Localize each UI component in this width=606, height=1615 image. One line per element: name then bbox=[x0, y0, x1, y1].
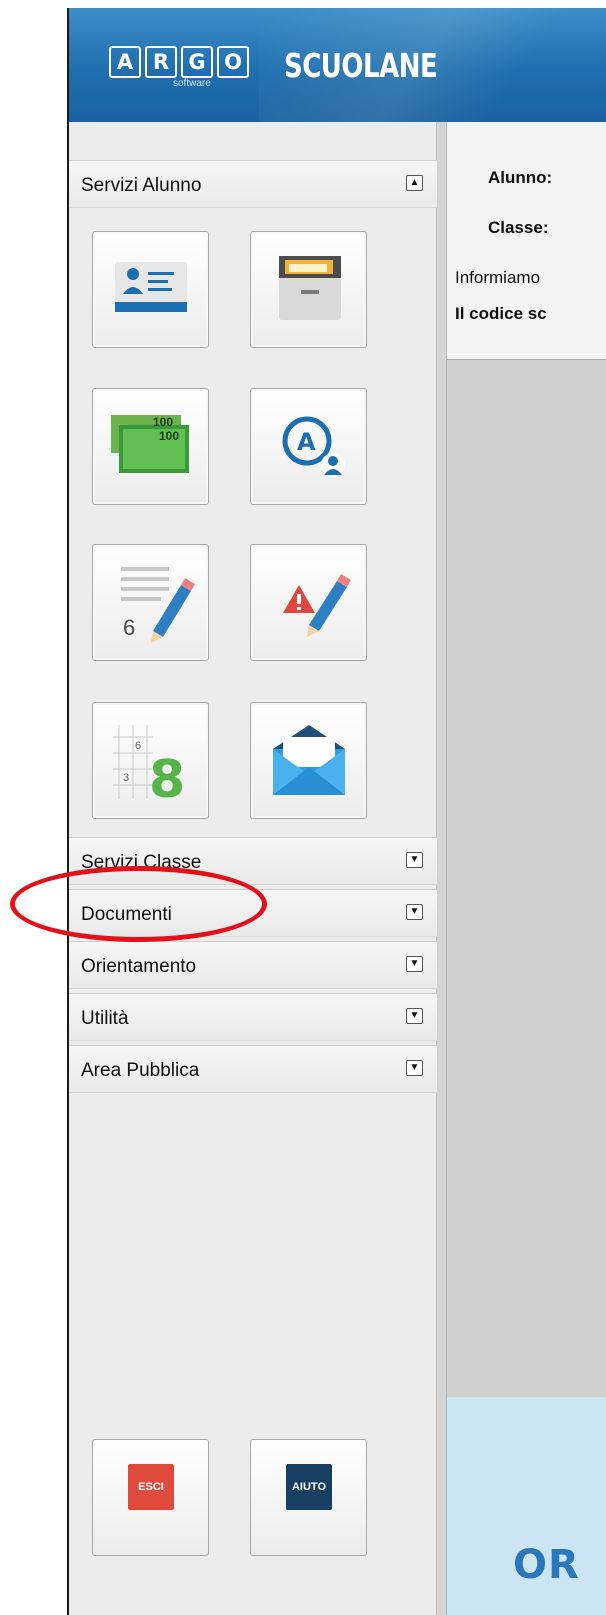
expand-icon[interactable]: ▼ bbox=[406, 904, 423, 920]
banknote-value: 100 bbox=[159, 429, 179, 443]
envelope-icon bbox=[273, 725, 345, 795]
logo-letter: O bbox=[217, 46, 249, 78]
sidebar: Servizi Alunno ▲ 100 100 A 6 6 3 8 Servi… bbox=[69, 122, 437, 1615]
section-documenti[interactable]: Documenti ▼ bbox=[69, 889, 437, 937]
section-servizi-classe[interactable]: Servizi Classe ▼ bbox=[69, 837, 437, 885]
logo-letter: G bbox=[181, 46, 213, 78]
section-label: Area Pubblica bbox=[81, 1060, 200, 1081]
logo-letter: A bbox=[109, 46, 141, 78]
grid-digit: 6 bbox=[135, 740, 141, 752]
account-icon: A bbox=[282, 416, 345, 477]
id-card-icon bbox=[115, 262, 187, 312]
app-brand-title: SCUOLANE bbox=[284, 48, 438, 86]
argo-logo: A R G O bbox=[109, 46, 249, 78]
expand-icon[interactable]: ▼ bbox=[406, 956, 423, 972]
expand-icon[interactable]: ▼ bbox=[406, 1060, 423, 1076]
code-text: Il codice sc bbox=[455, 304, 547, 323]
collapse-icon[interactable]: ▲ bbox=[406, 175, 423, 191]
grade-notebook-icon: 6 bbox=[121, 567, 195, 643]
account-letter: A bbox=[297, 428, 316, 456]
grid-big-digit: 8 bbox=[149, 750, 185, 810]
section-orientamento[interactable]: Orientamento ▼ bbox=[69, 941, 437, 989]
logo-letter: R bbox=[145, 46, 177, 78]
student-info-panel: Alunno: Classe: Informiamo Il codice sc bbox=[447, 122, 606, 360]
tile-tasse[interactable]: 100 100 bbox=[92, 388, 209, 505]
tile-voti-scrutinio[interactable]: 6 3 8 bbox=[92, 702, 209, 819]
section-label: Documenti bbox=[81, 904, 172, 925]
tile-anagrafe[interactable] bbox=[92, 231, 209, 348]
tile-note-disciplinari[interactable] bbox=[250, 544, 367, 661]
help-label: AIUTO bbox=[286, 1464, 332, 1510]
warning-pencil-icon bbox=[283, 574, 351, 637]
exit-button[interactable]: ESCI bbox=[92, 1439, 209, 1556]
grid-digit: 3 bbox=[123, 772, 129, 784]
info-text: Informiamo bbox=[455, 268, 541, 287]
logo-subtitle: software bbox=[173, 78, 211, 89]
section-area-pubblica[interactable]: Area Pubblica ▼ bbox=[69, 1045, 437, 1093]
app-header: A R G O software SCUOLANE bbox=[69, 8, 606, 122]
section-label: Servizi Classe bbox=[81, 852, 202, 873]
app-window: A R G O software SCUOLANE Servizi Alunno… bbox=[67, 8, 606, 1615]
tile-documenti-archivio[interactable] bbox=[250, 231, 367, 348]
exit-label: ESCI bbox=[128, 1464, 174, 1510]
tile-account[interactable]: A bbox=[250, 388, 367, 505]
expand-icon[interactable]: ▼ bbox=[406, 1008, 423, 1024]
section-label: Orientamento bbox=[81, 956, 197, 977]
tile-bacheca[interactable] bbox=[250, 702, 367, 819]
banner-title: OR bbox=[513, 1542, 580, 1588]
section-label: Servizi Alunno bbox=[81, 175, 202, 196]
grade-grid-icon: 6 3 8 bbox=[113, 725, 185, 810]
banknote-value: 100 bbox=[153, 415, 173, 429]
grade-digit: 6 bbox=[123, 615, 135, 640]
file-cabinet-icon bbox=[279, 256, 341, 320]
banknotes-icon: 100 100 bbox=[111, 415, 189, 473]
help-button[interactable]: AIUTO bbox=[250, 1439, 367, 1556]
main-content: Alunno: Classe: Informiamo Il codice sc … bbox=[446, 122, 606, 1615]
section-servizi-alunno[interactable]: Servizi Alunno ▲ bbox=[69, 160, 437, 208]
promo-banner[interactable]: OR bbox=[447, 1397, 606, 1615]
expand-icon[interactable]: ▼ bbox=[406, 852, 423, 868]
section-label: Utilità bbox=[81, 1008, 129, 1029]
class-label: Classe: bbox=[488, 218, 549, 237]
student-label: Alunno: bbox=[488, 168, 553, 187]
tile-voti-giornalieri[interactable]: 6 bbox=[92, 544, 209, 661]
section-utilita[interactable]: Utilità ▼ bbox=[69, 993, 437, 1041]
